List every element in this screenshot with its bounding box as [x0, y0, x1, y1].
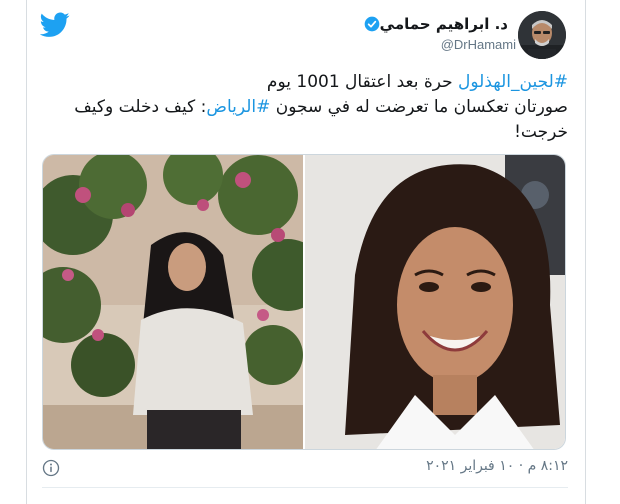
tweet-text: #لجين_الهذلول حرة بعد اعتقال 1001 يوم صو…	[58, 70, 568, 145]
tweet-timestamp[interactable]: ٨:١٢ م · ١٠ فبراير ٢٠٢١	[426, 458, 568, 474]
photo-woman-after-smiling	[305, 155, 565, 449]
avatar-image	[518, 11, 566, 59]
info-icon[interactable]	[42, 459, 60, 477]
avatar[interactable]	[518, 11, 566, 59]
twitter-bird-icon[interactable]	[40, 12, 70, 38]
author-display-name[interactable]: د. ابراهيم حمامي	[360, 15, 508, 33]
tweet-media	[42, 154, 566, 450]
author-handle[interactable]: @DrHamami	[441, 37, 516, 52]
tweet-photo[interactable]	[43, 155, 303, 449]
tweet-text-segment: صورتان تعكسان ما تعرضت له في سجون	[270, 97, 568, 117]
author-name-text: د. ابراهيم حمامي	[379, 15, 508, 33]
tweet-text-segment: حرة بعد اعتقال 1001 يوم	[266, 72, 459, 92]
footer-divider	[42, 487, 568, 488]
tweet-photo[interactable]	[305, 155, 565, 449]
tweet-footer: ٨:١٢ م · ١٠ فبراير ٢٠٢١	[42, 456, 568, 480]
hashtag-link[interactable]: #الرياض	[206, 97, 270, 117]
verified-badge-icon	[364, 16, 379, 32]
photo-woman-before-flowers	[43, 155, 303, 449]
hashtag-link[interactable]: #لجين_الهذلول	[458, 72, 568, 92]
